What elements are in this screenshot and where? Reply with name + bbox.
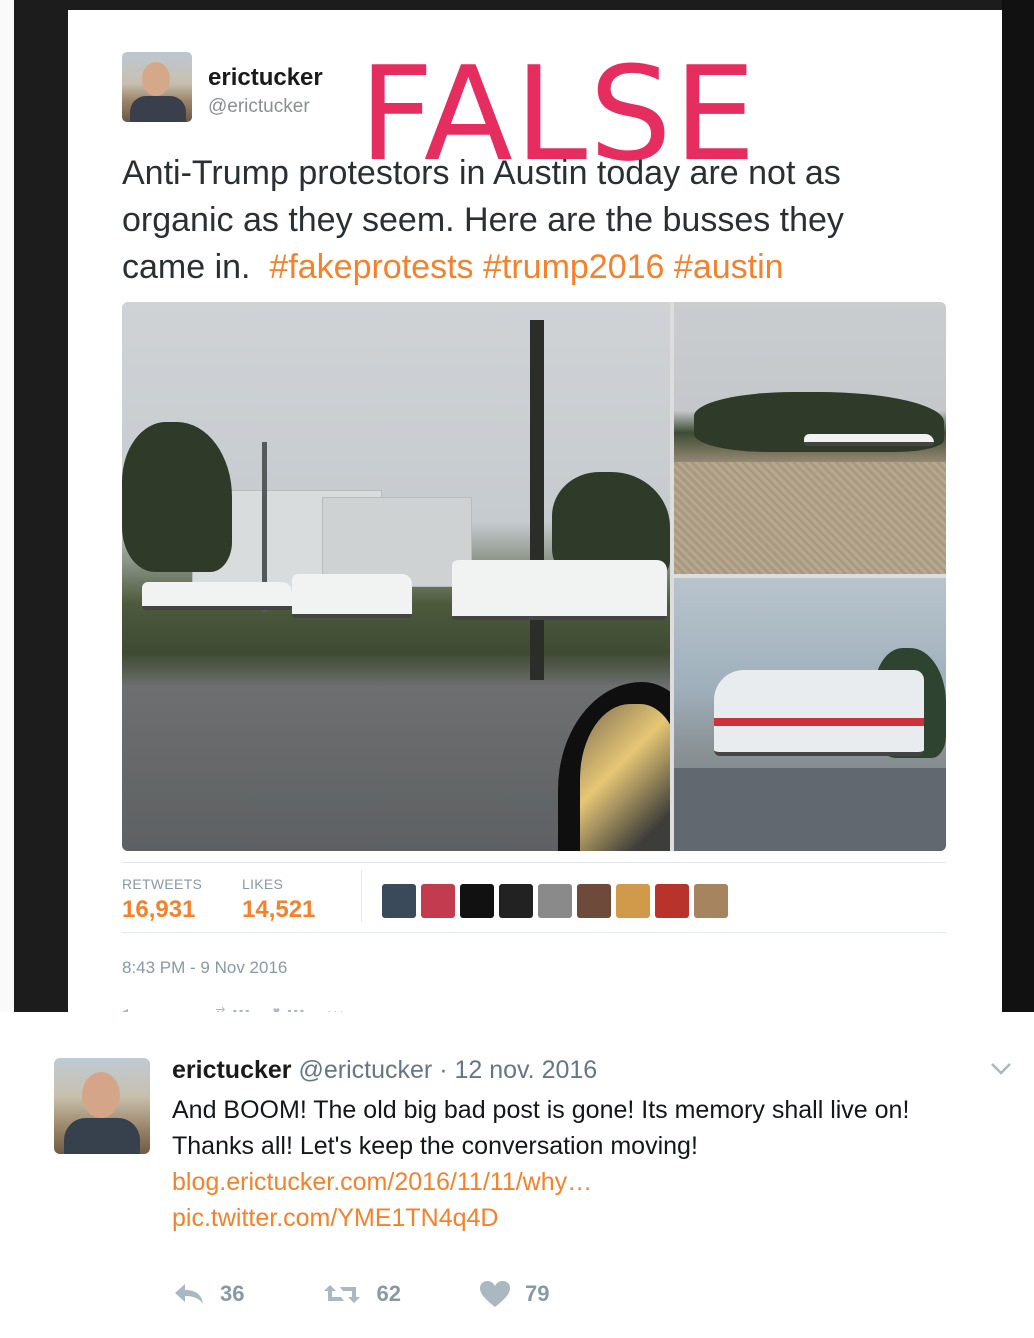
hashtag-link[interactable]: #trump2016 bbox=[483, 248, 664, 286]
photo-grid bbox=[122, 302, 946, 851]
retweet-button[interactable]: 62 bbox=[322, 1281, 401, 1307]
photo-buses-street[interactable] bbox=[122, 302, 670, 851]
retweet-count: 62 bbox=[376, 1281, 401, 1306]
blog-link[interactable]: blog.erictucker.com/2016/11/11/why… bbox=[172, 1164, 992, 1200]
tweet-actions: 36 62 79 bbox=[172, 1280, 627, 1308]
like-count: 79 bbox=[524, 1281, 550, 1306]
retweet-icon bbox=[324, 1285, 361, 1303]
reply-count: 36 bbox=[220, 1281, 245, 1306]
tweet-text-line: came in. bbox=[122, 248, 251, 286]
liker-avatar[interactable] bbox=[421, 884, 455, 918]
right-dark-strip bbox=[1002, 0, 1034, 1012]
cropped-action-bar: ◂ ⇄ ▪▪▪ ♥ ▪▪▪ ··· bbox=[122, 1004, 346, 1012]
liker-avatar[interactable] bbox=[616, 884, 650, 918]
bus bbox=[292, 574, 412, 618]
avatar bbox=[122, 52, 192, 122]
distant-buses bbox=[804, 434, 934, 446]
hashtag-link[interactable]: #austin bbox=[674, 248, 784, 286]
likes-count[interactable]: 14,521 bbox=[242, 896, 315, 924]
avatar-body bbox=[64, 1118, 140, 1154]
liker-avatar[interactable] bbox=[382, 884, 416, 918]
embedded-tweet-screenshot: erictucker @erictucker Anti-Trump protes… bbox=[68, 10, 1002, 1012]
author-name[interactable]: erictucker bbox=[172, 1056, 292, 1084]
tweet-body: And BOOM! The old big bad post is gone! … bbox=[172, 1096, 910, 1160]
false-stamp: FALSE bbox=[359, 38, 758, 190]
liker-avatar[interactable] bbox=[538, 884, 572, 918]
photo-coach-bus-rain[interactable] bbox=[674, 578, 946, 851]
retweets-count[interactable]: 16,931 bbox=[122, 896, 195, 924]
liker-avatar[interactable] bbox=[577, 884, 611, 918]
reply-button[interactable]: 36 bbox=[172, 1281, 244, 1307]
gravel-ground bbox=[674, 462, 946, 574]
liker-avatar[interactable] bbox=[499, 884, 533, 918]
author-handle: @erictucker bbox=[208, 96, 310, 117]
tweet-timestamp: 8:43 PM - 9 Nov 2016 bbox=[122, 958, 288, 977]
avatar-body bbox=[130, 96, 186, 122]
photo-gravel-lot[interactable] bbox=[674, 302, 946, 574]
avatar-face bbox=[142, 62, 170, 96]
liker-avatar[interactable] bbox=[460, 884, 494, 918]
utility-pole bbox=[530, 320, 544, 680]
retweets-label: RETWEETS bbox=[122, 876, 203, 892]
chevron-down-icon[interactable] bbox=[990, 1056, 1012, 1082]
mirror-reflection bbox=[580, 704, 670, 851]
stat-separator bbox=[361, 870, 362, 922]
separator-dot: · bbox=[439, 1056, 448, 1084]
tweet-text: And BOOM! The old big bad post is gone! … bbox=[172, 1092, 992, 1236]
road bbox=[674, 768, 946, 851]
author-handle[interactable]: @erictucker bbox=[298, 1056, 432, 1084]
liker-avatar[interactable] bbox=[694, 884, 728, 918]
liker-avatars bbox=[382, 884, 728, 920]
bus-red-stripe bbox=[714, 718, 924, 726]
tweet-date[interactable]: 12 nov. 2016 bbox=[454, 1056, 597, 1084]
divider bbox=[122, 862, 946, 863]
tweet-text-line: organic as they seem. Here are the busse… bbox=[122, 201, 844, 239]
liker-avatar[interactable] bbox=[655, 884, 689, 918]
like-button[interactable]: 79 bbox=[479, 1280, 549, 1308]
tweet: erictucker @erictucker · 12 nov. 2016 An… bbox=[0, 1012, 1034, 1338]
avatar[interactable] bbox=[54, 1058, 150, 1154]
pic-link[interactable]: pic.twitter.com/YME1TN4q4D bbox=[172, 1200, 992, 1236]
tree bbox=[122, 422, 232, 572]
author-name: erictucker bbox=[208, 64, 323, 91]
hashtag-link[interactable]: #fakeprotests bbox=[269, 248, 473, 286]
background-page-edge bbox=[0, 0, 14, 1012]
coach-bus bbox=[714, 670, 924, 756]
avatar-face bbox=[82, 1072, 120, 1118]
likes-label: LIKES bbox=[242, 876, 284, 892]
tweet-header: erictucker @erictucker · 12 nov. 2016 bbox=[172, 1056, 597, 1085]
bus bbox=[142, 582, 292, 610]
heart-icon bbox=[479, 1281, 510, 1307]
divider bbox=[122, 932, 946, 933]
reply-icon bbox=[175, 1284, 203, 1304]
bus bbox=[452, 560, 667, 620]
